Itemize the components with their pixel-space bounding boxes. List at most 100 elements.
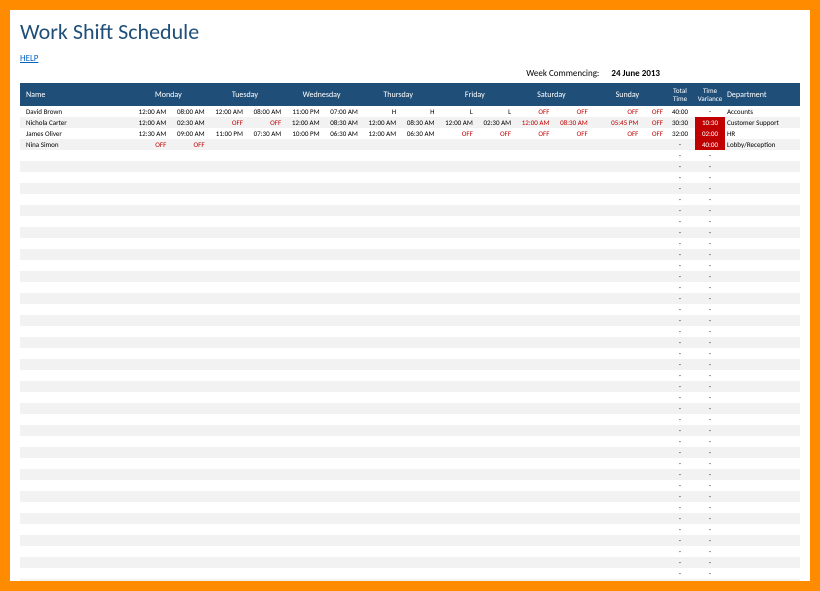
cell-shift (245, 139, 283, 150)
cell-variance: - (695, 227, 725, 238)
cell-variance: - (695, 304, 725, 315)
cell-shift: OFF (551, 106, 589, 117)
cell-variance: - (695, 216, 725, 227)
cell-total: - (665, 348, 695, 359)
cell-shift: OFF (640, 117, 665, 128)
cell-shift: H (360, 106, 398, 117)
col-day: Wednesday (283, 83, 360, 106)
cell-variance: - (695, 524, 725, 535)
col-day: Monday (130, 83, 207, 106)
cell-variance: - (695, 546, 725, 557)
cell-total: - (665, 183, 695, 194)
cell-variance: - (695, 403, 725, 414)
table-row: -- (20, 260, 800, 271)
cell-total: 40:00 (665, 106, 695, 117)
col-total: Total Time (665, 83, 695, 106)
cell-total: - (665, 524, 695, 535)
cell-shift: OFF (640, 106, 665, 117)
cell-variance: - (695, 568, 725, 579)
table-row: -- (20, 315, 800, 326)
cell-total: - (665, 557, 695, 568)
table-row: David Brown12:00 AM08:00 AM12:00 AM08:00… (20, 106, 800, 117)
table-row: -- (20, 579, 800, 581)
cell-total: - (665, 469, 695, 480)
cell-total: - (665, 150, 695, 161)
cell-variance: - (695, 469, 725, 480)
table-row: -- (20, 205, 800, 216)
cell-shift: 07:30 AM (245, 128, 283, 139)
cell-shift (513, 139, 551, 150)
cell-variance: - (695, 282, 725, 293)
cell-variance: - (695, 513, 725, 524)
table-row: Nina SimonOFFOFF-40:00Lobby/Reception (20, 139, 800, 150)
col-day: Thursday (360, 83, 437, 106)
table-row: -- (20, 227, 800, 238)
cell-total: - (665, 491, 695, 502)
cell-shift: 08:30 AM (398, 117, 436, 128)
cell-total: - (665, 326, 695, 337)
table-row: -- (20, 480, 800, 491)
cell-total: - (665, 139, 695, 150)
cell-shift: 12:00 AM (360, 117, 398, 128)
table-row: Nichola Carter12:00 AM02:30 AMOFFOFF12:0… (20, 117, 800, 128)
cell-variance: - (695, 150, 725, 161)
table-row: -- (20, 370, 800, 381)
table-row: -- (20, 546, 800, 557)
cell-shift: OFF (475, 128, 513, 139)
cell-total: - (665, 568, 695, 579)
table-row: -- (20, 557, 800, 568)
cell-shift: 08:00 AM (168, 106, 206, 117)
table-row: -- (20, 568, 800, 579)
cell-dept: Accounts (725, 106, 800, 117)
cell-total: - (665, 414, 695, 425)
cell-shift: 08:00 AM (245, 106, 283, 117)
schedule-table: NameMondayTuesdayWednesdayThursdayFriday… (20, 83, 800, 581)
cell-variance: 02:00 (695, 128, 725, 139)
cell-variance: - (695, 458, 725, 469)
cell-total: - (665, 161, 695, 172)
cell-total: - (665, 238, 695, 249)
col-day: Sunday (590, 83, 665, 106)
cell-total: - (665, 282, 695, 293)
cell-shift: 09:00 AM (168, 128, 206, 139)
cell-total: - (665, 249, 695, 260)
table-row: -- (20, 337, 800, 348)
cell-total: - (665, 447, 695, 458)
cell-shift: 12:30 AM (130, 128, 168, 139)
table-row: -- (20, 524, 800, 535)
cell-variance: - (695, 348, 725, 359)
cell-variance: - (695, 425, 725, 436)
cell-total: - (665, 392, 695, 403)
cell-shift (322, 139, 360, 150)
cell-dept: HR (725, 128, 800, 139)
cell-shift: 12:00 AM (207, 106, 245, 117)
cell-total: - (665, 194, 695, 205)
cell-dept: Customer Support (725, 117, 800, 128)
cell-total: - (665, 436, 695, 447)
table-row: -- (20, 502, 800, 513)
cell-variance: - (695, 436, 725, 447)
cell-variance: - (695, 106, 725, 117)
cell-variance: - (695, 337, 725, 348)
cell-variance: - (695, 579, 725, 581)
cell-shift (437, 139, 475, 150)
cell-shift (475, 139, 513, 150)
help-link[interactable]: HELP (20, 53, 38, 64)
cell-shift: 12:00 AM (437, 117, 475, 128)
table-row: James Oliver12:30 AM09:00 AM11:00 PM07:3… (20, 128, 800, 139)
col-day: Friday (437, 83, 514, 106)
cell-total: - (665, 337, 695, 348)
cell-variance: - (695, 381, 725, 392)
cell-shift: L (437, 106, 475, 117)
cell-shift (398, 139, 436, 150)
cell-variance: - (695, 260, 725, 271)
cell-shift: OFF (437, 128, 475, 139)
cell-total: - (665, 359, 695, 370)
cell-variance: - (695, 238, 725, 249)
table-row: -- (20, 469, 800, 480)
cell-name: Nichola Carter (20, 117, 130, 128)
cell-total: 30:30 (665, 117, 695, 128)
col-name: Name (20, 83, 130, 106)
cell-variance: - (695, 480, 725, 491)
table-row: -- (20, 150, 800, 161)
